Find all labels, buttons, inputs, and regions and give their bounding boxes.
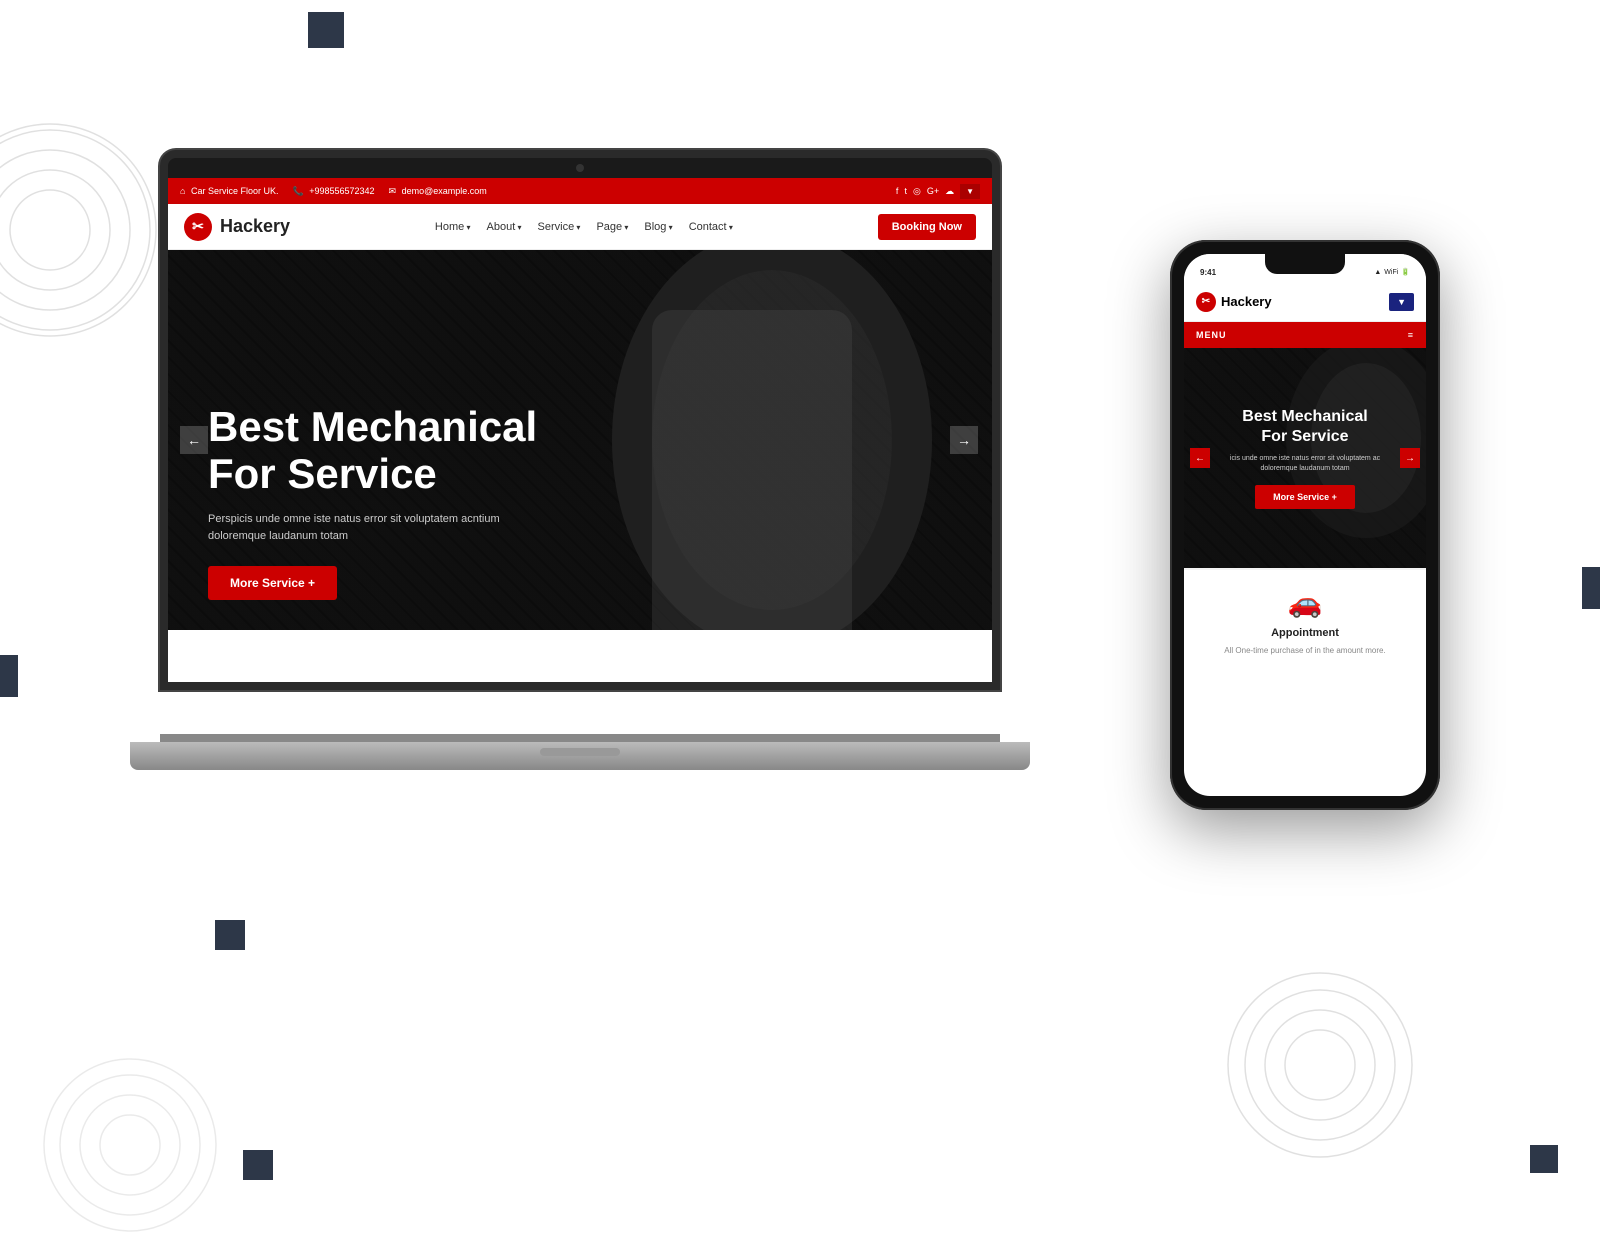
phone-logo-text: Hackery — [1221, 294, 1272, 309]
nav-blog[interactable]: Blog — [644, 221, 672, 233]
hero-description: Perspicis unde omne iste natus error sit… — [208, 511, 952, 546]
phone-next-button[interactable]: → — [1400, 448, 1420, 468]
laptop-camera — [576, 164, 584, 172]
laptop-notch — [540, 748, 620, 756]
phone-hero-description: icis unde omne iste natus error sit volu… — [1210, 454, 1400, 475]
nav-about[interactable]: About — [487, 221, 522, 233]
car-icon: 🚗 — [1288, 586, 1323, 619]
phone-hero: ← → Best Mechanical For Service icis und… — [1184, 348, 1426, 568]
nav-contact[interactable]: Contact — [689, 221, 733, 233]
phone-service-section: 🚗 Appointment All One-time purchase of i… — [1184, 570, 1426, 672]
topbar-email: ✉ demo@example.com — [389, 186, 487, 197]
phone-logo: ✂ Hackery — [1196, 292, 1272, 312]
phone-hamburger-icon[interactable]: ≡ — [1408, 330, 1414, 340]
laptop-base — [130, 742, 1030, 770]
phone-service-title: Appointment — [1271, 627, 1339, 639]
hero-cta-button[interactable]: More Service + — [208, 566, 337, 600]
topbar-dropdown-btn[interactable]: ▼ — [960, 184, 980, 199]
nav-links: Home About Service Page Blog Contact — [435, 221, 733, 233]
hero-title: Best Mechanical For Service — [208, 404, 952, 496]
phone-service-description: All One-time purchase of in the amount m… — [1224, 645, 1385, 656]
hero-prev-button[interactable]: ← — [180, 426, 208, 454]
phone-time: 9:41 — [1200, 268, 1216, 277]
nav-service[interactable]: Service — [538, 221, 581, 233]
phone-device: 9:41 ▲WiFi🔋 ✂ Hackery ▼ — [1170, 240, 1440, 810]
nav-home[interactable]: Home — [435, 221, 471, 233]
logo-icon: ✂ — [184, 213, 212, 241]
logo-text: Hackery — [220, 216, 290, 237]
laptop-navbar: ✂ Hackery Home About Service Page Blog C… — [168, 204, 992, 250]
booking-button[interactable]: Booking Now — [878, 214, 976, 240]
phone-menu-bar: MENU ≡ — [1184, 322, 1426, 348]
hero-next-button[interactable]: → — [950, 426, 978, 454]
phone-navbar: ✂ Hackery ▼ — [1184, 282, 1426, 322]
nav-page[interactable]: Page — [596, 221, 628, 233]
phone-menu-label: MENU — [1196, 330, 1227, 340]
phone-logo-icon: ✂ — [1196, 292, 1216, 312]
phone-prev-button[interactable]: ← — [1190, 448, 1210, 468]
site-logo: ✂ Hackery — [184, 213, 290, 241]
site-topbar: ⌂ Car Service Floor UK. 📞 +998556572342 … — [168, 178, 992, 204]
phone-hero-cta-button[interactable]: More Service + — [1255, 485, 1355, 509]
topbar-address: ⌂ Car Service Floor UK. — [180, 186, 278, 196]
phone-nav-dropdown[interactable]: ▼ — [1389, 293, 1414, 311]
topbar-phone: 📞 +998556572342 — [292, 186, 374, 197]
laptop-device: ⌂ Car Service Floor UK. 📞 +998556572342 … — [160, 150, 1020, 770]
phone-hero-title: Best Mechanical For Service — [1242, 407, 1367, 445]
laptop-hero: ← → Best Mechanical For Service Perspici… — [168, 250, 992, 630]
phone-notch — [1265, 254, 1345, 274]
phone-status-icons: ▲WiFi🔋 — [1374, 268, 1410, 276]
